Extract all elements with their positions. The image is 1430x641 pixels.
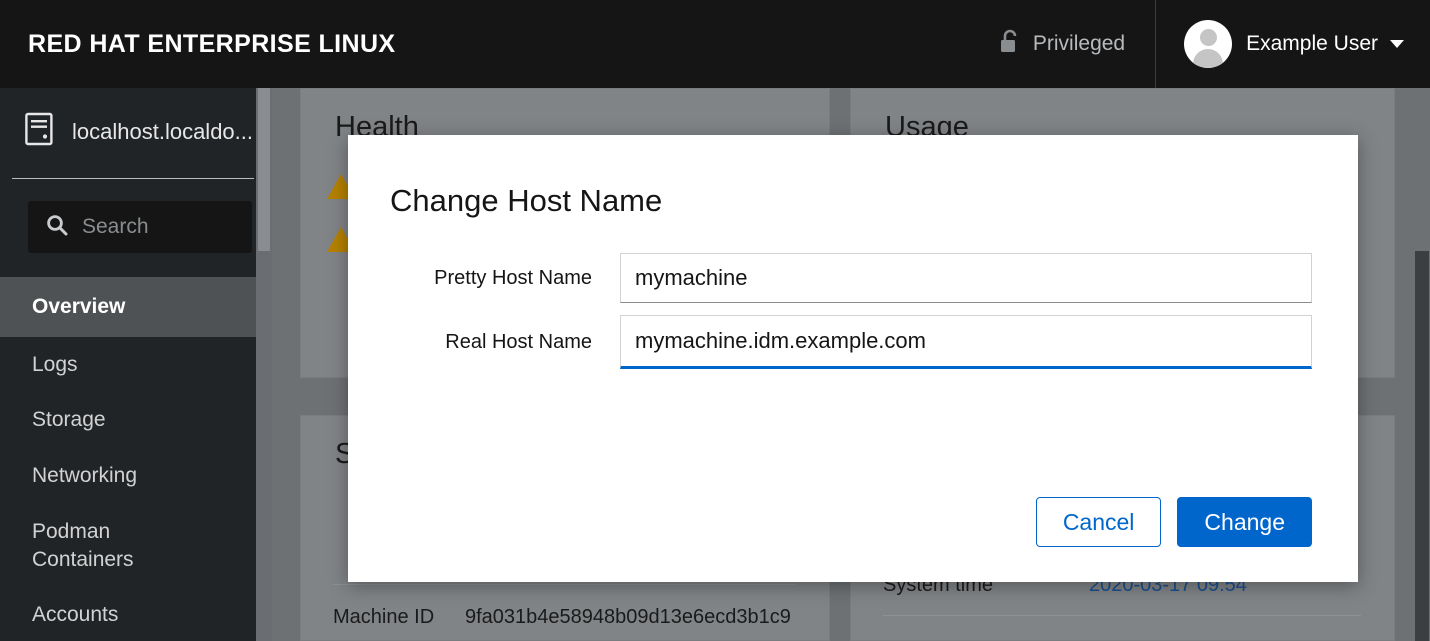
machine-id-value: 9fa031b4e58948b09d13e6ecd3b1c9: [465, 606, 791, 628]
sidebar-search-wrap: Search: [0, 179, 272, 253]
user-name-label: Example User: [1246, 32, 1378, 55]
dialog-title: Change Host Name: [390, 183, 663, 218]
real-host-name-input[interactable]: [620, 315, 1312, 369]
unlock-icon: [999, 29, 1020, 60]
content-scrollbar-thumb[interactable]: [1415, 251, 1429, 641]
caret-down-icon: [1390, 40, 1404, 48]
sidebar: localhost.localdo... Search Overview Log…: [0, 88, 272, 641]
pretty-host-name-label: Pretty Host Name: [434, 266, 592, 289]
system-information-row: Machine ID 9fa031b4e58948b09d13e6ecd3b1c…: [333, 606, 791, 629]
real-host-name-row: Real Host Name: [390, 315, 1312, 369]
sidebar-item-podman-containers[interactable]: Podman Containers: [0, 504, 272, 587]
host-label: localhost.localdo...: [72, 119, 253, 144]
server-icon: [24, 112, 54, 152]
change-host-name-form: Pretty Host Name Real Host Name: [348, 253, 1358, 369]
cockpit-web-console: RED HAT ENTERPRISE LINUX Privileged Exam…: [0, 0, 1430, 641]
change-host-name-dialog: Change Host Name Pretty Host Name Real H…: [348, 135, 1358, 582]
avatar-icon: [1184, 20, 1233, 68]
dialog-footer: Cancel Change: [348, 497, 1358, 582]
masthead: RED HAT ENTERPRISE LINUX Privileged Exam…: [0, 0, 1430, 88]
change-button[interactable]: Change: [1177, 497, 1312, 547]
host-switcher[interactable]: localhost.localdo...: [0, 88, 272, 152]
card-row-divider: [333, 584, 795, 585]
sidebar-item-overview[interactable]: Overview: [0, 277, 272, 337]
sidebar-item-accounts[interactable]: Accounts: [0, 587, 272, 641]
real-host-name-label: Real Host Name: [445, 330, 592, 353]
search-input[interactable]: Search: [28, 201, 252, 253]
search-icon: [46, 214, 68, 241]
cancel-button[interactable]: Cancel: [1035, 497, 1162, 547]
privileged-label: Privileged: [1032, 32, 1126, 55]
privileged-indicator[interactable]: Privileged: [985, 0, 1155, 88]
sidebar-item-storage[interactable]: Storage: [0, 392, 272, 448]
content-scrollbar-track[interactable]: [1413, 88, 1430, 641]
sidebar-item-networking[interactable]: Networking: [0, 448, 272, 504]
card-row-divider: [883, 615, 1361, 616]
search-placeholder: Search: [82, 215, 149, 238]
sidebar-nav: Overview Logs Storage Networking Podman …: [0, 277, 272, 641]
user-menu-toggle[interactable]: Example User: [1156, 0, 1430, 88]
pretty-host-name-row: Pretty Host Name: [390, 253, 1312, 303]
sidebar-item-logs[interactable]: Logs: [0, 337, 272, 393]
sidebar-scrollbar-thumb[interactable]: [258, 88, 270, 251]
machine-id-label: Machine ID: [333, 606, 435, 628]
sidebar-scrollbar-track[interactable]: [256, 88, 272, 641]
brand-title: RED HAT ENTERPRISE LINUX: [28, 29, 396, 58]
pretty-host-name-input[interactable]: [620, 253, 1312, 303]
